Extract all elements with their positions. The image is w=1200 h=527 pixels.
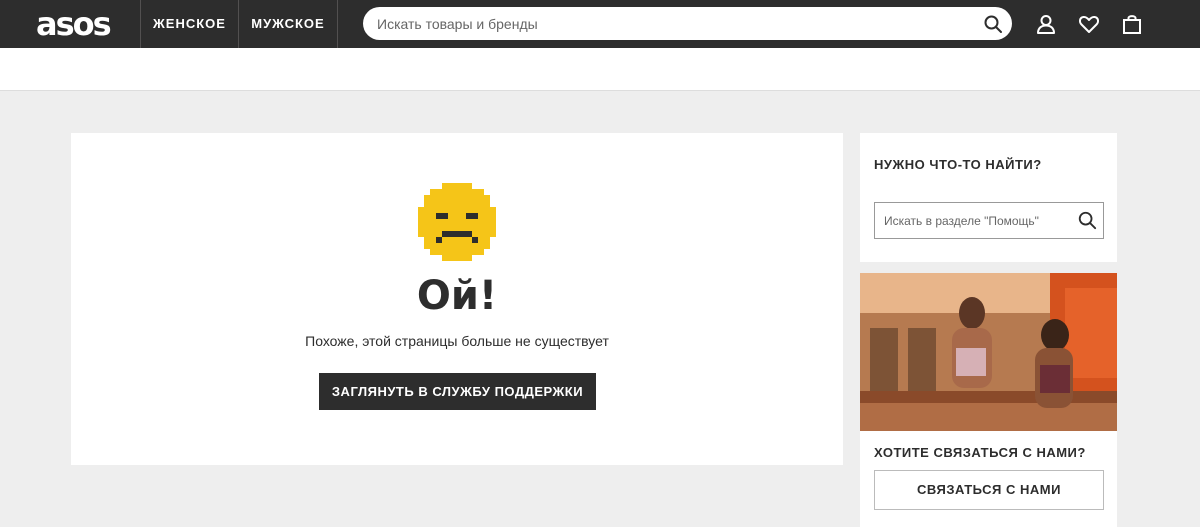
top-bar: asos ЖЕНСКОЕ МУЖСКОЕ [0,0,1200,48]
search-input[interactable] [377,7,967,40]
contact-title: ХОТИТЕ СВЯЗАТЬСЯ С НАМИ? [874,445,1086,460]
contact-card: ХОТИТЕ СВЯЗАТЬСЯ С НАМИ? СВЯЗАТЬСЯ С НАМ… [860,273,1117,527]
support-button[interactable]: ЗАГЛЯНУТЬ В СЛУЖБУ ПОДДЕРЖКИ [319,373,596,410]
help-search-card: НУЖНО ЧТО-ТО НАЙТИ? [860,133,1117,262]
search-icon[interactable] [982,13,1004,35]
help-search-box [874,202,1104,239]
contact-button[interactable]: СВЯЗАТЬСЯ С НАМИ [874,470,1104,510]
error-title: Ой! [416,273,498,319]
sad-face-icon [418,183,496,261]
sub-navigation-bar [0,48,1200,91]
search-icon[interactable] [1077,210,1097,230]
help-search-input[interactable] [884,203,1074,238]
bag-icon[interactable] [1121,13,1143,35]
nav-item-women[interactable]: ЖЕНСКОЕ [141,0,238,48]
error-card: Ой! Похоже, этой страницы больше не суще… [71,133,843,465]
heart-icon[interactable] [1078,13,1100,35]
search-bar [363,7,1012,40]
error-message: Похоже, этой страницы больше не существу… [305,333,609,349]
account-icon[interactable] [1035,13,1057,35]
nav-item-men[interactable]: МУЖСКОЕ [239,0,337,48]
asos-logo[interactable]: asos [36,8,128,40]
promo-photo [860,273,1117,431]
help-title: НУЖНО ЧТО-ТО НАЙТИ? [874,157,1042,172]
nav-divider [337,0,338,48]
